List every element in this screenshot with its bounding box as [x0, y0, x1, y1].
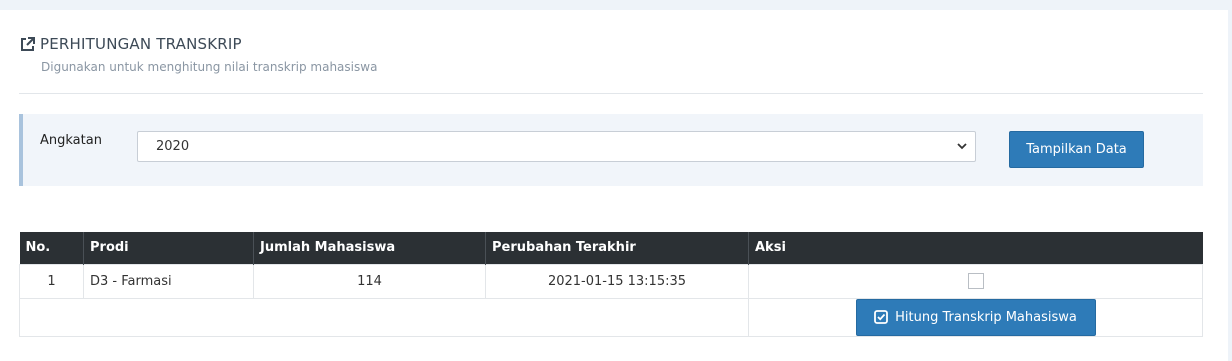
cell-no: 1 — [19, 263, 84, 299]
external-link-icon — [19, 36, 36, 53]
select-row-checkbox[interactable] — [967, 273, 984, 289]
angkatan-label: Angkatan — [40, 133, 102, 148]
page-header: PERHITUNGAN TRANSKRIP — [19, 35, 242, 53]
transkrip-table: No. Prodi Jumlah Mahasiswa Perubahan Ter… — [19, 232, 1203, 337]
page-subtitle: Digunakan untuk menghitung nilai transkr… — [41, 60, 378, 74]
table-header-row: No. Prodi Jumlah Mahasiswa Perubahan Ter… — [19, 232, 1203, 264]
angkatan-selected-value: 2020 — [156, 139, 190, 154]
chevron-down-icon — [956, 140, 968, 152]
cell-perubahan: 2021-01-15 13:15:35 — [485, 263, 749, 299]
filter-box: Angkatan 2020 Tampilkan Data — [19, 114, 1203, 186]
action-cell: Hitung Transkrip Mahasiswa — [748, 297, 1203, 337]
column-header-prodi: Prodi — [83, 232, 254, 264]
page-title: PERHITUNGAN TRANSKRIP — [40, 35, 242, 53]
table-action-row: Hitung Transkrip Mahasiswa — [19, 297, 1203, 337]
tampilkan-data-button[interactable]: Tampilkan Data — [1009, 131, 1144, 168]
table-row: 1 D3 - Farmasi 114 2021-01-15 13:15:35 — [19, 263, 1203, 299]
column-header-no: No. — [19, 232, 84, 264]
column-header-perubahan: Perubahan Terakhir — [485, 232, 749, 264]
column-header-aksi: Aksi — [748, 232, 1203, 264]
hitung-transkrip-button[interactable]: Hitung Transkrip Mahasiswa — [855, 298, 1096, 336]
header-divider — [19, 93, 1203, 94]
cell-aksi — [748, 263, 1203, 299]
cell-prodi: D3 - Farmasi — [83, 263, 254, 299]
angkatan-select[interactable]: 2020 — [137, 131, 976, 162]
column-header-jumlah: Jumlah Mahasiswa — [253, 232, 486, 264]
action-row-spacer — [19, 297, 749, 337]
hitung-transkrip-label: Hitung Transkrip Mahasiswa — [895, 309, 1077, 325]
cell-jumlah: 114 — [253, 263, 486, 299]
check-square-icon — [874, 310, 889, 324]
